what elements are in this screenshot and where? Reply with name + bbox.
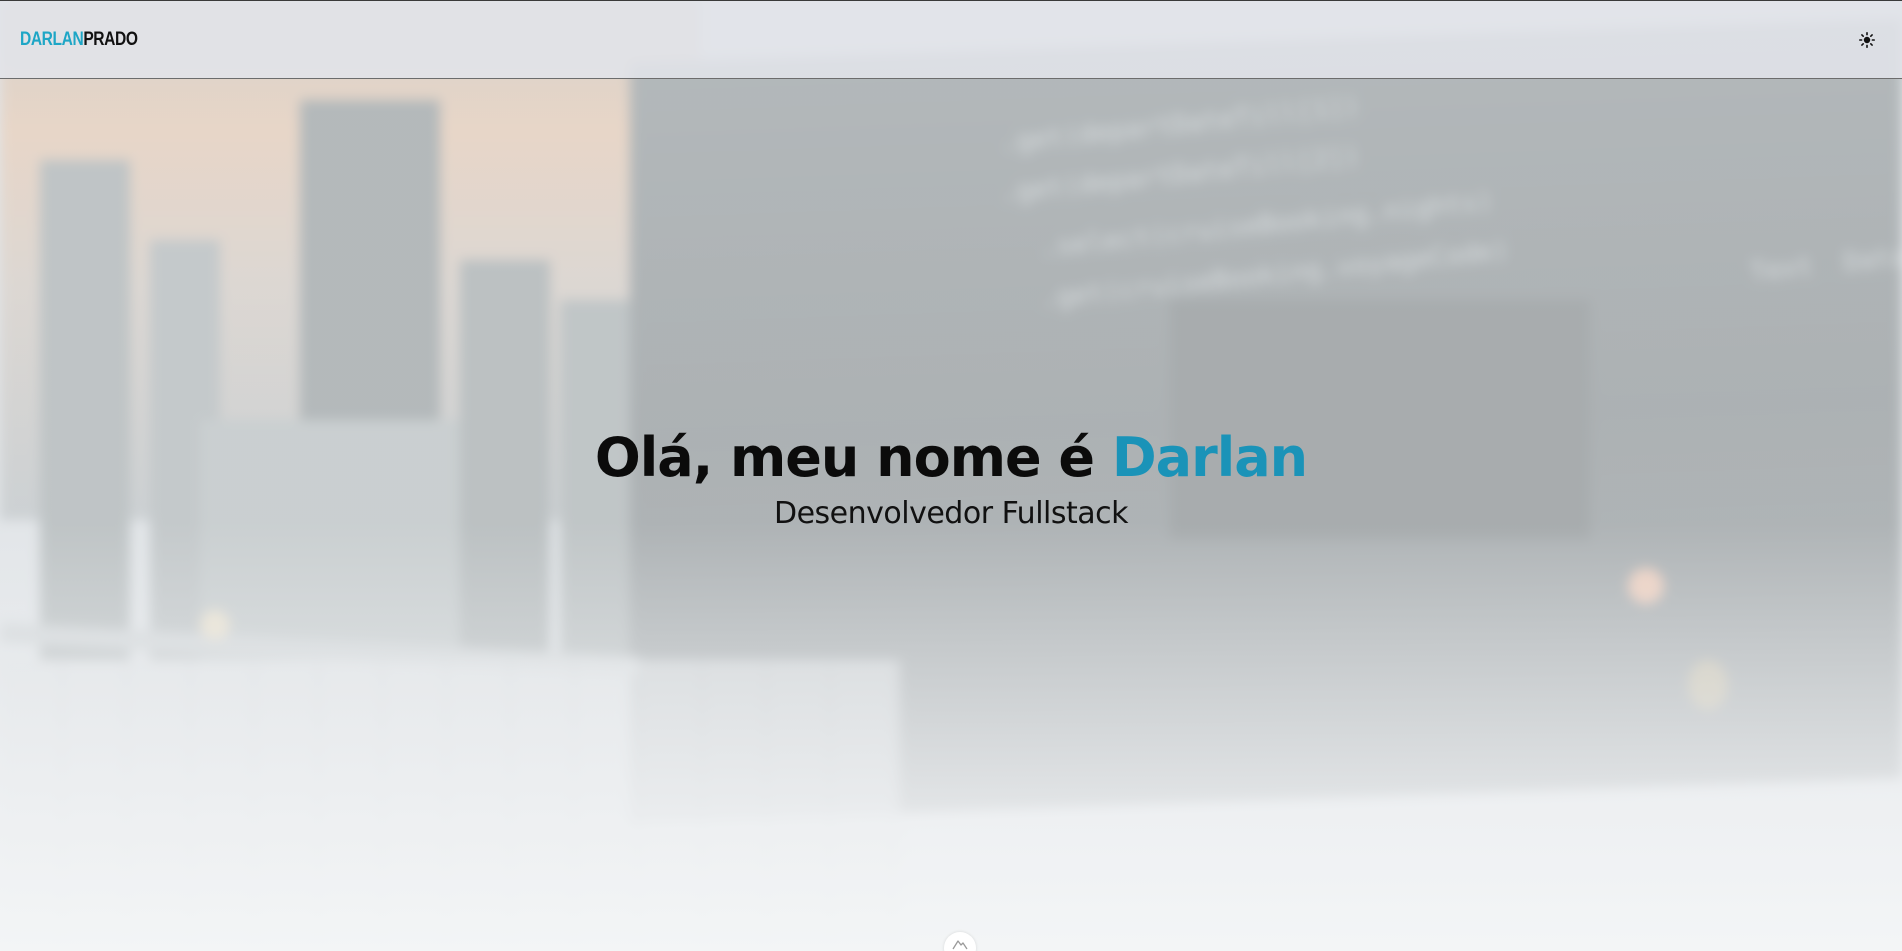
mountain-icon bbox=[952, 940, 968, 950]
hero-name: Darlan bbox=[1111, 426, 1308, 489]
theme-toggle-button[interactable] bbox=[1852, 25, 1882, 55]
hero-subtitle: Desenvolvedor Fullstack bbox=[773, 496, 1129, 531]
hero-heading: Olá, meu nome é Darlan bbox=[0, 420, 1902, 496]
logo-second-part: PRADO bbox=[83, 28, 138, 50]
hero-section: Olá, meu nome é Darlan Desenvolvedor Ful… bbox=[0, 420, 1902, 532]
page: .get(departDateTill[1]) .get(departDateT… bbox=[0, 0, 1902, 951]
logo-first-part: DARLAN bbox=[20, 28, 84, 50]
sun-icon bbox=[1859, 31, 1875, 48]
top-navbar: DARLAN PRADO bbox=[0, 0, 1902, 79]
logo[interactable]: DARLAN PRADO bbox=[20, 29, 138, 51]
hero-greeting: Olá, meu nome é bbox=[594, 426, 1112, 489]
